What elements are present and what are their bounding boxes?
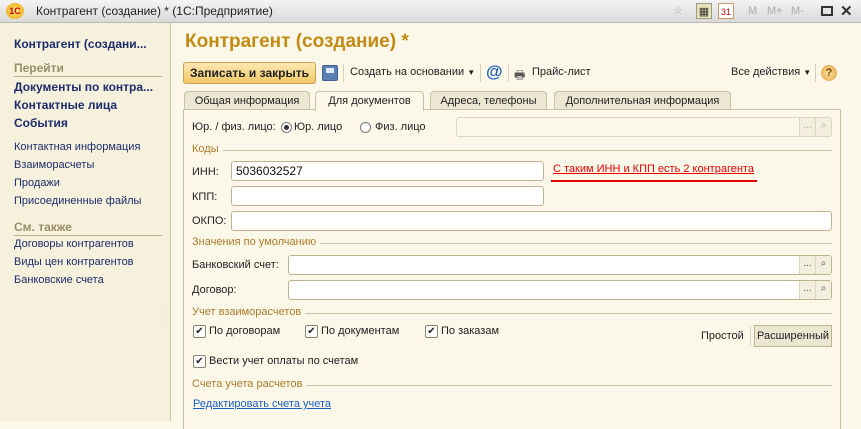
separator bbox=[508, 64, 509, 82]
goto-header: Перейти bbox=[14, 61, 162, 77]
resize-handle[interactable]: · · · bbox=[164, 306, 167, 328]
sidebar-item-sales[interactable]: Продажи bbox=[14, 177, 60, 189]
close-icon[interactable]: ✕ bbox=[840, 2, 853, 20]
kpp-label: КПП: bbox=[192, 191, 218, 203]
bank-account-label: Банковский счет: bbox=[192, 259, 279, 271]
maximize-icon[interactable] bbox=[821, 6, 833, 16]
memory-button[interactable]: M bbox=[748, 5, 757, 17]
separator bbox=[750, 326, 751, 346]
warning-underline bbox=[551, 180, 757, 182]
sidebar-item-documents[interactable]: Документы по контра... bbox=[14, 80, 153, 94]
separator bbox=[343, 64, 344, 82]
inn-label: ИНН: bbox=[192, 166, 219, 178]
radio-individual-label: Физ. лицо bbox=[375, 121, 426, 133]
sidebar-item-bank-accounts[interactable]: Банковские счета bbox=[14, 274, 104, 286]
sidebar-item-events[interactable]: События bbox=[14, 116, 68, 130]
memory-plus-button[interactable]: M+ bbox=[767, 5, 783, 17]
search-icon[interactable]: ⌕ bbox=[815, 118, 831, 136]
app-logo: 1C bbox=[6, 3, 24, 19]
chevron-down-icon: ▼ bbox=[803, 68, 812, 77]
entity-select-field[interactable]: ... ⌕ bbox=[456, 117, 832, 137]
okpo-field[interactable] bbox=[231, 211, 832, 231]
search-icon[interactable]: ⌕ bbox=[815, 256, 831, 274]
email-button[interactable]: @ bbox=[486, 62, 503, 82]
checkbox[interactable]: ✔ bbox=[425, 325, 438, 338]
kpp-field[interactable] bbox=[231, 186, 544, 206]
separator bbox=[480, 64, 481, 82]
contract-field[interactable]: ... ⌕ bbox=[288, 280, 832, 300]
by-documents-label: По документам bbox=[321, 325, 400, 337]
sidebar-item-contracts[interactable]: Договоры контрагентов bbox=[14, 238, 134, 250]
by-contracts-label: По договорам bbox=[209, 325, 281, 337]
calendar-icon[interactable]: 31 bbox=[718, 3, 734, 19]
price-list-button[interactable]: Прайс-лист bbox=[532, 66, 591, 78]
radio-button[interactable] bbox=[360, 122, 371, 133]
mode-extended-button[interactable]: Расширенный bbox=[754, 325, 832, 347]
checkbox[interactable]: ✔ bbox=[193, 325, 206, 338]
defaults-group-title: Значения по умолчанию bbox=[192, 236, 321, 248]
all-actions-button[interactable]: Все действия ▼ bbox=[731, 66, 811, 78]
ellipsis-button[interactable]: ... bbox=[799, 256, 815, 274]
favorite-icon[interactable]: ☆ bbox=[670, 3, 686, 19]
entity-type-label: Юр. / физ. лицо: bbox=[192, 121, 276, 133]
contract-label: Договор: bbox=[192, 284, 237, 296]
calculator-icon[interactable]: ▦ bbox=[696, 3, 712, 19]
sidebar-item-contacts[interactable]: Контактные лица bbox=[14, 98, 117, 112]
inn-field[interactable]: 5036032527 bbox=[231, 161, 544, 181]
create-based-label: Создать на основании bbox=[350, 66, 465, 78]
search-icon[interactable]: ⌕ bbox=[815, 281, 831, 299]
save-close-button[interactable]: Записать и закрыть bbox=[183, 62, 316, 84]
okpo-label: ОКПО: bbox=[192, 215, 227, 227]
chevron-down-icon: ▼ bbox=[467, 68, 476, 77]
codes-group-title: Коды bbox=[192, 143, 223, 155]
title-bar: 1C Контрагент (создание) * (1С:Предприят… bbox=[0, 0, 861, 23]
see-also-header: См. также bbox=[14, 220, 162, 236]
settlements-group-title: Учет взаиморасчетов bbox=[192, 306, 306, 318]
sidebar-item-settlements[interactable]: Взаиморасчеты bbox=[14, 159, 94, 171]
radio-button[interactable] bbox=[281, 122, 292, 133]
edit-accounts-link[interactable]: Редактировать счета учета bbox=[193, 398, 331, 410]
sidebar-item-price-types[interactable]: Виды цен контрагентов bbox=[14, 256, 134, 268]
radio-legal-label: Юр. лицо bbox=[294, 121, 343, 133]
page-title: Контрагент (создание) * bbox=[185, 31, 409, 52]
mode-simple-button[interactable]: Простой bbox=[701, 330, 744, 342]
tab-additional[interactable]: Дополнительная информация bbox=[554, 91, 731, 110]
create-based-button[interactable]: Создать на основании ▼ bbox=[350, 66, 475, 78]
printer-icon: 🖶 bbox=[514, 68, 526, 82]
inn-duplicate-warning-link[interactable]: С таким ИНН и КПП есть 2 контрагента bbox=[553, 163, 754, 175]
sidebar-title[interactable]: Контрагент (создани... bbox=[14, 37, 147, 51]
window-title: Контрагент (создание) * (1С:Предприятие) bbox=[36, 4, 273, 18]
accounts-group-title: Счета учета расчетов bbox=[192, 378, 307, 390]
sidebar-item-files[interactable]: Присоединенные файлы bbox=[14, 195, 141, 207]
sidebar: Контрагент (создани... Перейти Документы… bbox=[0, 23, 171, 421]
invoice-payments-label: Вести учет оплаты по счетам bbox=[209, 355, 359, 367]
ellipsis-button[interactable]: ... bbox=[799, 118, 815, 136]
tab-general[interactable]: Общая информация bbox=[184, 91, 310, 110]
sidebar-item-contact-info[interactable]: Контактная информация bbox=[14, 141, 140, 153]
tab-for-documents[interactable]: Для документов bbox=[315, 91, 424, 111]
divider bbox=[192, 150, 832, 151]
save-icon[interactable] bbox=[322, 65, 338, 81]
by-orders-label: По заказам bbox=[441, 325, 500, 337]
separator bbox=[815, 64, 816, 82]
checkbox[interactable]: ✔ bbox=[193, 355, 206, 368]
checkbox[interactable]: ✔ bbox=[305, 325, 318, 338]
memory-minus-button[interactable]: M- bbox=[791, 5, 804, 17]
bank-account-field[interactable]: ... ⌕ bbox=[288, 255, 832, 275]
all-actions-label: Все действия bbox=[731, 66, 801, 78]
help-button[interactable]: ? bbox=[821, 65, 837, 81]
tab-addresses[interactable]: Адреса, телефоны bbox=[430, 91, 547, 110]
ellipsis-button[interactable]: ... bbox=[799, 281, 815, 299]
